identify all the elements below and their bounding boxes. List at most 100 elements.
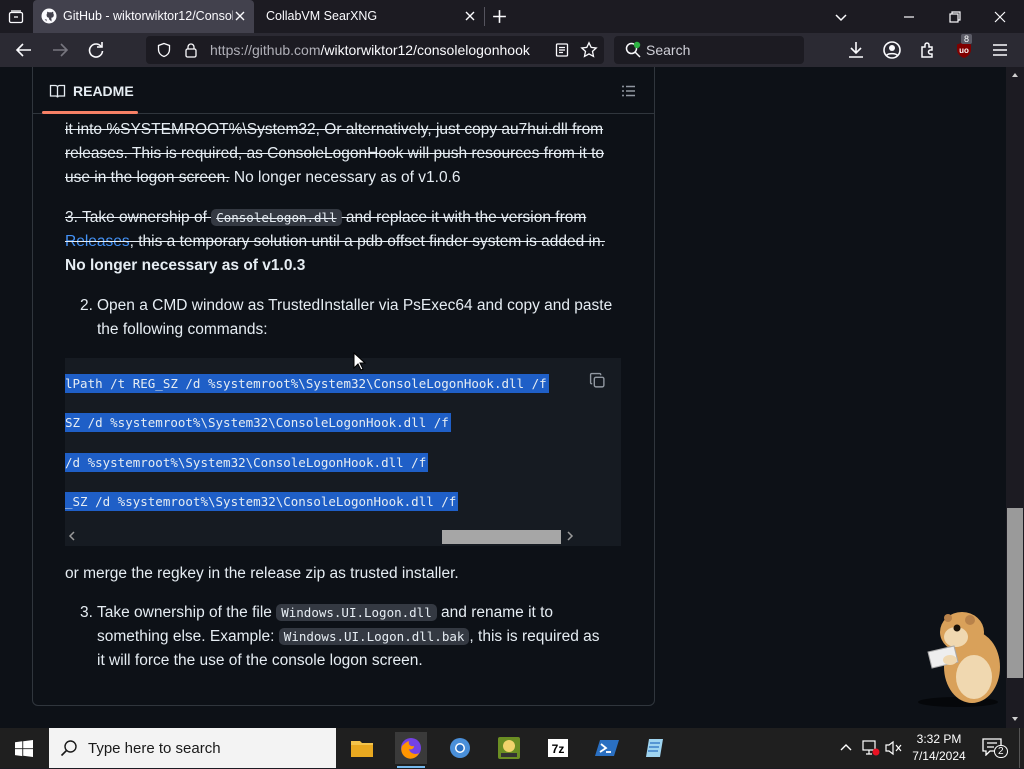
paragraph-line: or merge the regkey in the release zip a… — [65, 565, 459, 582]
list-number: 3. — [80, 604, 93, 621]
show-hidden-icons-icon[interactable] — [839, 741, 853, 755]
network-icon[interactable] — [862, 740, 880, 756]
svg-text:7z: 7z — [552, 742, 565, 756]
scroll-down-icon[interactable] — [1011, 715, 1019, 723]
extensions-icon[interactable] — [917, 39, 939, 61]
taskbar: Type here to search 7z 3:32 PM 7/14/2024… — [0, 728, 1024, 768]
notification-center-button[interactable]: 2 — [982, 738, 1008, 760]
close-window-icon[interactable] — [992, 9, 1008, 25]
search-icon — [625, 41, 641, 58]
game-app-icon — [498, 737, 520, 759]
reader-view-icon[interactable] — [554, 42, 570, 58]
code-line[interactable]: _SZ /d %systemroot%\System32\ConsoleLogo… — [65, 492, 459, 511]
show-desktop-button[interactable] — [1019, 728, 1024, 768]
text-fragment: , this a temporary solution until a pdb … — [129, 233, 605, 250]
outline-list-icon[interactable] — [621, 83, 637, 99]
url-bar[interactable]: https://github.com/wiktorwiktor12/consol… — [146, 36, 604, 64]
firefox-icon — [401, 738, 421, 759]
chromium-icon — [450, 738, 470, 758]
inline-code: Windows.UI.Logon.dll — [276, 604, 437, 621]
scrollbar-thumb[interactable] — [442, 530, 561, 544]
bold-note: No longer necessary as of v1.0.3 — [65, 257, 306, 274]
text-fragment: , this is required as — [469, 628, 600, 645]
page-vertical-scrollbar[interactable] — [1006, 67, 1024, 728]
shield-icon[interactable] — [156, 42, 172, 58]
tab-title: GitHub - wiktorwiktor12/Consol — [63, 9, 233, 23]
hamburger-menu-icon[interactable] — [989, 39, 1011, 61]
releases-link[interactable]: Releases — [65, 233, 130, 250]
restore-icon[interactable] — [947, 9, 963, 25]
close-tab-icon[interactable] — [232, 8, 248, 24]
inline-code: Windows.UI.Logon.dll.bak — [278, 628, 470, 645]
list-number: 2. — [80, 297, 93, 314]
powershell-app[interactable] — [591, 732, 623, 764]
search-bar[interactable]: Search — [614, 36, 804, 64]
notepad-app[interactable] — [640, 732, 672, 764]
strikethrough-text: use in the logon screen. — [65, 169, 230, 186]
new-tab-icon[interactable] — [491, 8, 508, 25]
text-fragment: and rename it to — [436, 604, 554, 621]
clock-date: 7/14/2024 — [912, 749, 966, 763]
copy-icon[interactable] — [589, 372, 606, 389]
tab-collabvm-searxng[interactable]: CollabVM SearXNG — [256, 0, 484, 33]
list-item-text: Take ownership of the file Windows.UI.Lo… — [97, 601, 553, 625]
svg-text:uo: uo — [959, 46, 969, 55]
minimize-icon[interactable] — [901, 9, 917, 25]
ublock-extension-button[interactable]: uo 8 — [953, 34, 975, 61]
text-fragment: something else. Example: — [97, 628, 279, 645]
url-text[interactable]: https://github.com/wiktorwiktor12/consol… — [210, 42, 530, 58]
code-block[interactable]: lPath /t REG_SZ /d %systemroot%\System32… — [65, 358, 621, 546]
tab-bar: GitHub - wiktorwiktor12/Consol CollabVM … — [0, 0, 1024, 33]
tab-github[interactable]: GitHub - wiktorwiktor12/Consol — [33, 0, 254, 33]
firefox-app[interactable] — [395, 732, 427, 768]
code-horizontal-scrollbar[interactable] — [65, 526, 621, 546]
tab-title: CollabVM SearXNG — [266, 9, 378, 23]
readme-tab-underline — [42, 111, 138, 114]
tab-list-icon[interactable] — [8, 9, 24, 25]
url-path: /wiktorwiktor12/consolelogonhook — [320, 42, 530, 58]
game-app[interactable] — [493, 732, 525, 764]
taskbar-clock[interactable]: 3:32 PM 7/14/2024 — [912, 731, 966, 765]
scroll-up-icon[interactable] — [1011, 71, 1019, 79]
scrollbar-thumb[interactable] — [1007, 508, 1023, 678]
inline-code: ConsoleLogon.dll — [211, 209, 342, 226]
github-icon — [41, 8, 57, 24]
code-line[interactable]: SZ /d %systemroot%\System32\ConsoleLogon… — [65, 413, 451, 432]
chromium-app[interactable] — [444, 732, 476, 764]
list-item-text: Open a CMD window as TrustedInstaller vi… — [97, 297, 613, 314]
paragraph-line: Releases, this a temporary solution unti… — [65, 230, 605, 254]
powershell-icon — [595, 740, 619, 756]
close-tab-icon[interactable] — [462, 8, 478, 24]
taskbar-search-input[interactable]: Type here to search — [88, 740, 221, 757]
taskbar-search-box[interactable]: Type here to search — [49, 728, 336, 768]
forward-icon[interactable] — [49, 39, 71, 61]
search-input[interactable]: Search — [646, 42, 690, 58]
windows-start-icon[interactable] — [15, 740, 33, 757]
code-line[interactable]: lPath /t REG_SZ /d %systemroot%\System32… — [65, 374, 549, 393]
hamster-mascot-image — [918, 612, 1000, 707]
bookmark-star-icon[interactable] — [580, 41, 598, 59]
downloads-icon[interactable] — [845, 39, 867, 61]
paragraph-line: it into %SYSTEMROOT%\System32, Or altern… — [65, 121, 604, 138]
code-line[interactable]: /d %systemroot%\System32\ConsoleLogonHoo… — [65, 453, 429, 472]
account-icon[interactable] — [881, 39, 903, 61]
file-explorer-app[interactable] — [346, 732, 378, 764]
url-domain: https://github.com — [210, 42, 321, 58]
7zip-app[interactable]: 7z — [542, 732, 574, 764]
tab-divider — [484, 7, 485, 26]
back-icon[interactable] — [13, 39, 35, 61]
lock-icon[interactable] — [184, 42, 198, 58]
reload-icon[interactable] — [85, 39, 107, 61]
list-item-text: something else. Example: Windows.UI.Logo… — [97, 625, 600, 649]
readme-tab-label[interactable]: README — [73, 83, 134, 99]
page-content: README it into %SYSTEMROOT%\System32, Or… — [0, 67, 1024, 728]
list-item-text: it will force the use of the console log… — [97, 652, 423, 669]
volume-muted-icon[interactable] — [884, 740, 904, 756]
search-icon — [60, 740, 77, 757]
list-all-tabs-icon[interactable] — [833, 9, 849, 25]
navigation-toolbar: https://github.com/wiktorwiktor12/consol… — [0, 33, 1024, 67]
scroll-right-icon[interactable] — [566, 531, 574, 541]
scroll-left-icon[interactable] — [68, 531, 76, 541]
paragraph-line: releases. This is required, as ConsoleLo… — [65, 145, 605, 162]
list-item-text: the following commands: — [97, 321, 268, 338]
